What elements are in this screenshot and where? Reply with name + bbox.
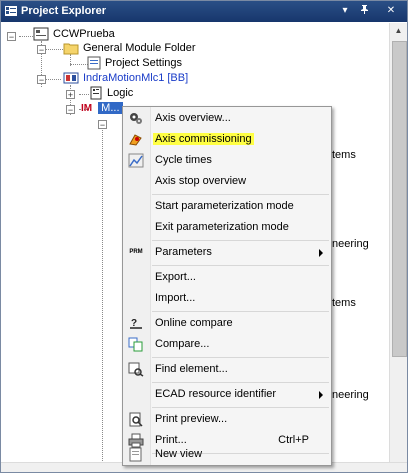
menu-separator <box>152 311 329 312</box>
menu-item-parameters[interactable]: PRM Parameters <box>123 242 331 263</box>
menu-item-label: Start parameterization mode <box>155 200 294 212</box>
cycle-times-icon <box>128 153 144 168</box>
menu-item-axis-stop-overview[interactable]: Axis stop overview <box>123 171 331 192</box>
collapse-device-toggle[interactable]: − <box>37 75 46 85</box>
menu-item-label: Find element... <box>155 363 228 375</box>
collapse-root-toggle[interactable]: − <box>7 32 16 42</box>
motion-prefix-icon: IM <box>81 103 93 114</box>
tree-line <box>79 94 89 95</box>
tree-node-label-selected: M... <box>98 102 123 114</box>
menu-item-label: Compare... <box>155 338 210 350</box>
compare-icon <box>128 337 143 352</box>
menu-item-exit-parameterization[interactable]: Exit parameterization mode <box>123 217 331 238</box>
vertical-scrollbar[interactable]: ▲ <box>389 23 407 463</box>
title-bar: Project Explorer ▾ ✕ <box>1 1 407 22</box>
pin-icon <box>361 5 368 14</box>
parameters-icon: PRM <box>129 249 143 255</box>
close-button[interactable]: ✕ <box>384 4 398 18</box>
tree-line <box>102 121 103 461</box>
menu-item-print-preview[interactable]: Print preview... <box>123 409 331 430</box>
menu-item-label: Axis overview... <box>155 112 231 124</box>
menu-item-label: Parameters <box>155 246 212 258</box>
menu-item-find-element[interactable]: Find element... <box>123 359 331 380</box>
axis-overview-icon <box>130 113 142 124</box>
menu-item-label: Online compare <box>155 317 233 329</box>
tree-node-folder[interactable]: General Module Folder <box>63 40 196 56</box>
menu-item-label: New view <box>155 448 203 460</box>
menu-separator <box>152 240 329 241</box>
expand-logic-toggle[interactable]: + <box>66 90 75 100</box>
collapse-motion-toggle[interactable]: − <box>66 105 75 115</box>
menu-item-cycle-times[interactable]: Cycle times <box>123 150 331 171</box>
tree-node-label: General Module Folder <box>83 42 196 54</box>
menu-item-axis-overview[interactable]: Axis overview... <box>123 108 331 129</box>
menu-item-label: Axis stop overview <box>155 175 247 187</box>
menu-item-new-view[interactable]: New view <box>123 444 331 465</box>
tree-node-logic[interactable]: Logic <box>89 85 133 101</box>
menu-item-start-parameterization[interactable]: Start parameterization mode <box>123 196 331 217</box>
project-explorer-icon <box>5 6 17 16</box>
new-view-icon <box>129 447 142 462</box>
menu-separator <box>152 382 329 383</box>
background-text: tems <box>332 149 356 161</box>
folder-icon <box>63 43 79 55</box>
menu-item-axis-commissioning[interactable]: Axis commissioning <box>123 129 331 150</box>
menu-item-import[interactable]: Import... <box>123 288 331 309</box>
online-compare-icon: ? <box>130 318 142 329</box>
menu-item-compare[interactable]: Compare... <box>123 334 331 355</box>
dropdown-button[interactable]: ▾ <box>338 4 352 18</box>
controller-icon <box>63 72 79 84</box>
menu-item-label: Exit parameterization mode <box>155 221 289 233</box>
menu-item-online-compare[interactable]: ? Online compare <box>123 313 331 334</box>
pin-button[interactable] <box>358 4 372 18</box>
menu-item-label: Print preview... <box>155 413 228 425</box>
context-menu: Axis overview... Axis commissioning Cycl… <box>122 106 332 466</box>
menu-separator <box>152 407 329 408</box>
print-preview-icon <box>129 412 143 427</box>
menu-item-label-highlighted: Axis commissioning <box>153 133 254 145</box>
collapse-axis-toggle[interactable]: − <box>98 120 107 130</box>
menu-item-export[interactable]: Export... <box>123 267 331 288</box>
tree-node-settings[interactable]: Project Settings <box>87 55 182 71</box>
menu-item-label: ECAD resource identifier <box>155 388 277 400</box>
background-text: neering <box>332 389 369 401</box>
tree-node-label: CCWPrueba <box>53 28 115 40</box>
submenu-arrow-icon <box>319 391 323 399</box>
axis-commissioning-icon <box>129 134 142 146</box>
tree-line <box>70 64 88 65</box>
menu-separator <box>152 194 329 195</box>
menu-item-label: Export... <box>155 271 196 283</box>
tree-node-label: Logic <box>107 87 134 99</box>
settings-icon <box>87 56 101 70</box>
menu-separator <box>152 265 329 266</box>
menu-separator <box>152 357 329 358</box>
tree-line <box>19 36 33 37</box>
tree-node-motion[interactable]: IM M... <box>81 100 123 116</box>
tree-node-device[interactable]: IndraMotionMlc1 [BB] <box>63 70 188 86</box>
tree-node-label: Project Settings <box>105 57 183 69</box>
find-element-icon <box>128 362 144 377</box>
project-icon <box>33 27 49 41</box>
logic-icon <box>90 86 102 100</box>
tree-node-label: IndraMotionMlc1 [BB] <box>83 72 189 84</box>
background-text: tems <box>332 297 356 309</box>
menu-item-ecad-resource-identifier[interactable]: ECAD resource identifier <box>123 384 331 405</box>
background-text: neering <box>332 238 369 250</box>
scroll-up-arrow-icon[interactable]: ▲ <box>393 26 404 37</box>
window-title: Project Explorer <box>21 5 106 17</box>
menu-item-label: Cycle times <box>155 154 212 166</box>
collapse-folder-toggle[interactable]: − <box>37 45 46 55</box>
menu-item-label: Import... <box>155 292 196 304</box>
scroll-thumb[interactable] <box>392 41 407 357</box>
submenu-arrow-icon <box>319 249 323 257</box>
